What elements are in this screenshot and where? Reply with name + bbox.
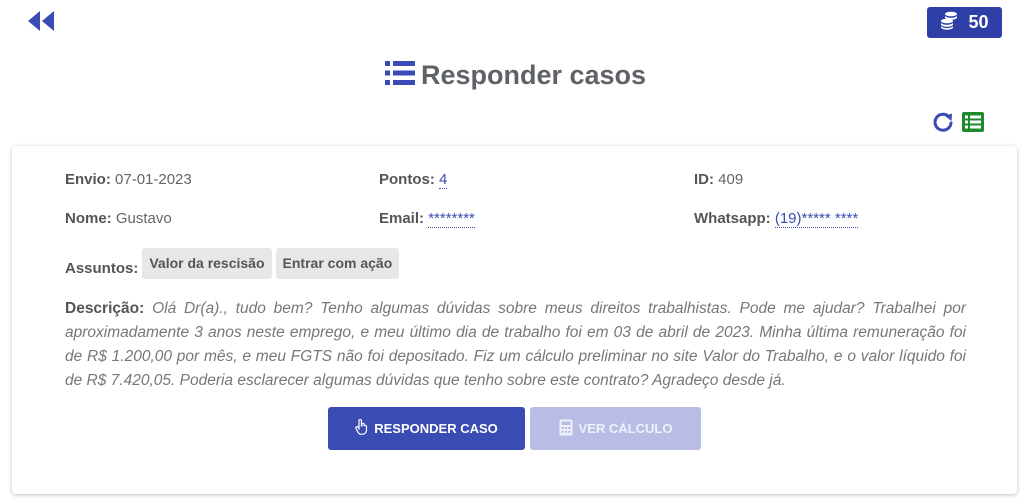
id-value: 409	[718, 171, 744, 188]
hand-pointer-icon	[355, 418, 368, 438]
assuntos-label: Assuntos:	[65, 260, 139, 277]
spreadsheet-list-icon[interactable]	[962, 112, 984, 132]
whatsapp-field: Whatsapp: (19)***** ****	[694, 210, 859, 228]
envio-field: Envio: 07-01-2023	[65, 171, 192, 188]
responder-caso-button[interactable]: RESPONDER CASO	[328, 407, 525, 450]
ver-calculo-label: VER CÁLCULO	[578, 421, 673, 436]
whatsapp-label: Whatsapp:	[694, 210, 771, 227]
nome-value: Gustavo	[115, 210, 172, 227]
subject-tag: Valor da rescisão	[142, 248, 272, 279]
email-field: Email: ********	[379, 210, 475, 228]
back-double-arrow-icon[interactable]	[26, 9, 56, 33]
envio-label: Envio:	[65, 171, 111, 188]
descricao: Descrição: Olá Dr(a)., tudo bem? Tenho a…	[65, 297, 966, 393]
coins-count: 50	[968, 12, 989, 32]
envio-value: 07-01-2023	[115, 171, 192, 188]
page-title: Responder casos	[420, 60, 647, 90]
pontos-value[interactable]: 4	[439, 171, 448, 189]
toolbar	[932, 111, 984, 133]
email-value[interactable]: ********	[428, 210, 475, 228]
subject-tag: Entrar com ação	[275, 248, 400, 279]
case-card: Envio: 07-01-2023 Pontos: 4 ID: 409 Nome…	[12, 146, 1017, 494]
pontos-label: Pontos:	[379, 171, 435, 188]
pontos-field: Pontos: 4	[379, 171, 448, 189]
id-field: ID: 409	[694, 171, 743, 188]
responder-caso-label: RESPONDER CASO	[374, 421, 498, 436]
ver-calculo-button[interactable]: VER CÁLCULO	[530, 407, 701, 450]
page-title-row: Responder casos	[0, 60, 1031, 91]
assuntos-row: Assuntos: Valor da rescisão Entrar com a…	[65, 248, 400, 279]
coins-badge[interactable]: 50	[927, 7, 1002, 38]
nome-label: Nome:	[65, 210, 112, 227]
whatsapp-value[interactable]: (19)***** ****	[774, 210, 859, 228]
refresh-icon[interactable]	[932, 111, 954, 133]
nome-field: Nome: Gustavo	[65, 210, 172, 227]
descricao-label: Descrição:	[65, 300, 145, 317]
id-label: ID:	[694, 171, 714, 188]
coins-icon	[940, 10, 960, 35]
descricao-text: Olá Dr(a)., tudo bem? Tenho algumas dúvi…	[65, 300, 966, 389]
calculator-icon	[559, 419, 573, 439]
email-label: Email:	[379, 210, 425, 227]
list-icon	[384, 60, 415, 91]
